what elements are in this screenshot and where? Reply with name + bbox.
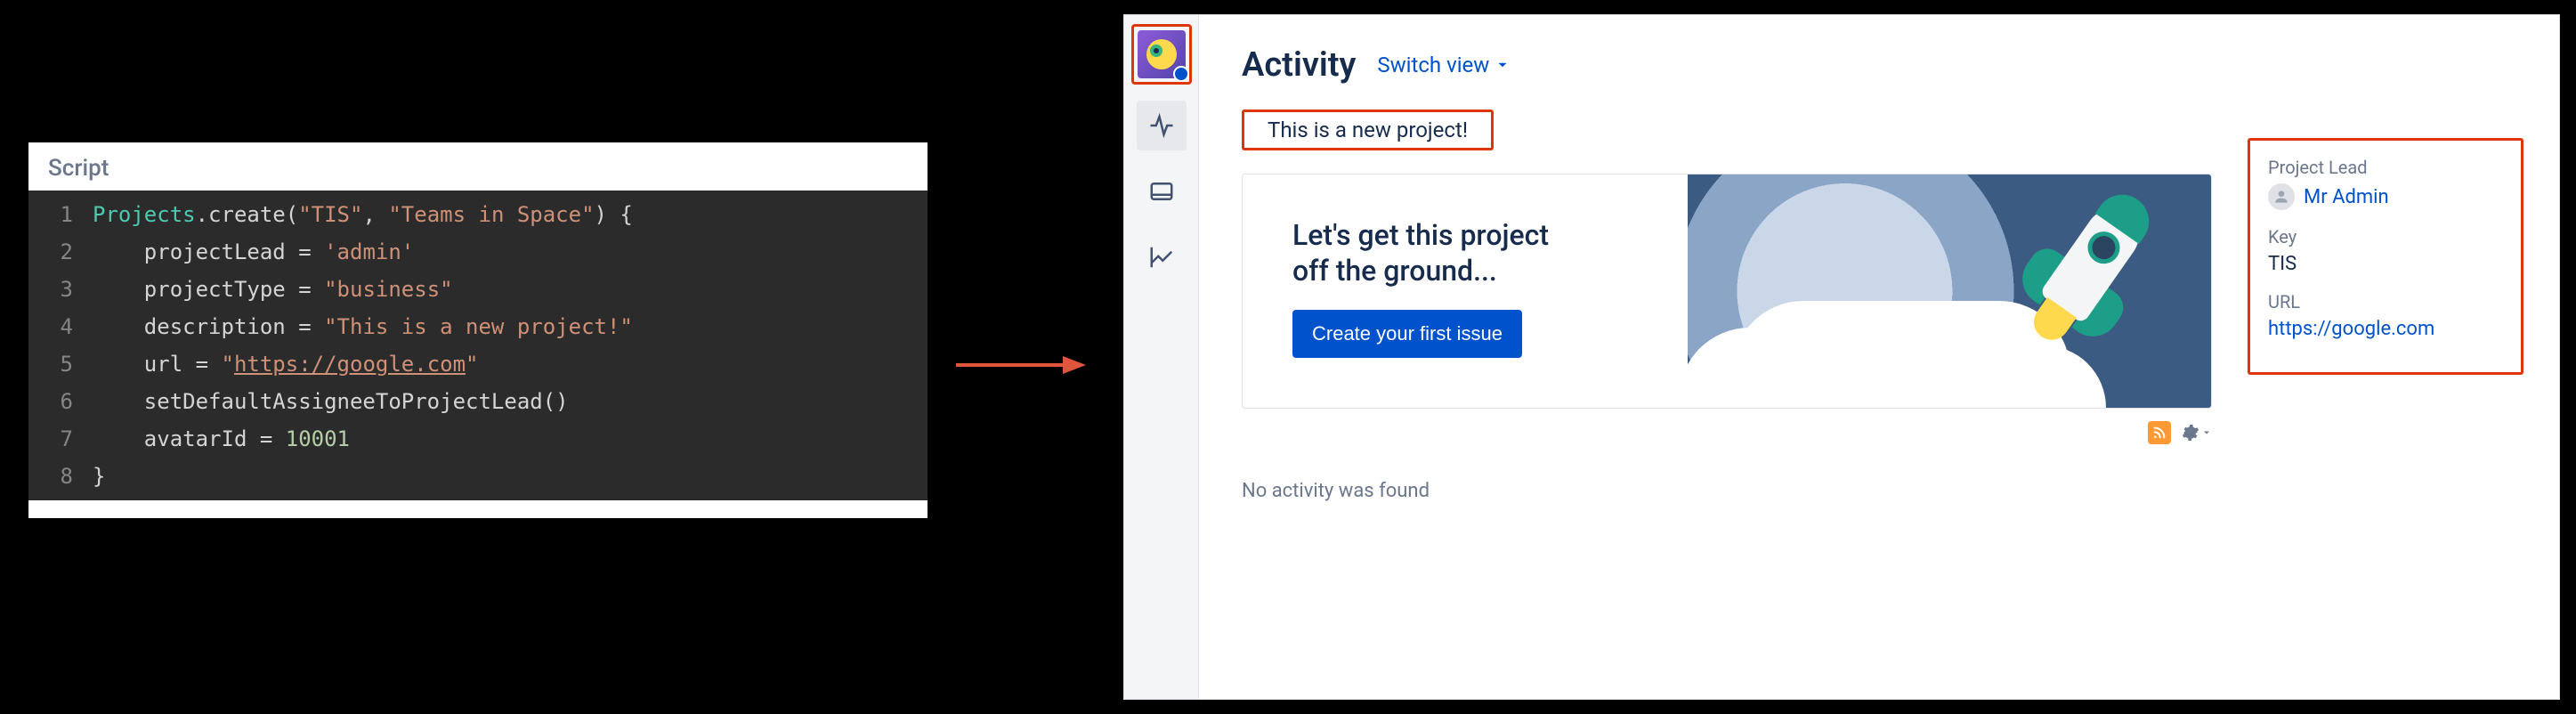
code-line[interactable]: 4 description = "This is a new project!" [28,308,928,345]
line-number: 8 [28,458,93,495]
jira-main: Activity Switch view This is a new proje… [1199,15,2559,699]
chevron-down-icon [2201,427,2212,438]
sidebar-reports-icon[interactable] [1137,232,1187,282]
gear-icon [2182,424,2199,442]
code-text: Projects.create("TIS", "Teams in Space")… [93,196,633,233]
jira-content: Activity Switch view This is a new proje… [1242,45,2212,681]
code-editor[interactable]: 1Projects.create("TIS", "Teams in Space"… [28,191,928,500]
avatar-icon [2268,183,2295,210]
code-text: description = "This is a new project!" [93,308,633,345]
page-title: Activity [1242,45,1356,85]
script-panel: Script 1Projects.create("TIS", "Teams in… [28,142,928,518]
project-sidebar [1124,15,1199,699]
code-line[interactable]: 2 projectLead = 'admin' [28,233,928,271]
line-number: 5 [28,345,93,383]
code-text: avatarId = 10001 [93,420,350,458]
line-number: 7 [28,420,93,458]
code-line[interactable]: 8} [28,458,928,495]
project-key-label: Key [2268,226,2503,247]
line-number: 1 [28,196,93,233]
script-panel-title: Script [28,142,928,191]
line-number: 6 [28,383,93,420]
code-line[interactable]: 5 url = "https://google.com" [28,345,928,383]
project-url-label: URL [2268,291,2503,312]
arrow-icon [952,347,1086,383]
switch-view-link[interactable]: Switch view [1377,53,1511,77]
code-line[interactable]: 1Projects.create("TIS", "Teams in Space"… [28,196,928,233]
code-text: url = "https://google.com" [93,345,479,383]
onboarding-illustration [1688,174,2211,408]
project-lead-link[interactable]: Mr Admin [2304,186,2389,208]
code-line[interactable]: 3 projectType = "business" [28,271,928,308]
switch-view-label: Switch view [1377,53,1489,77]
project-description-highlight: This is a new project! [1242,110,1494,150]
card-settings-button[interactable] [2182,424,2212,442]
code-text: } [93,458,105,495]
onboarding-text-area: Let's get this project off the ground...… [1243,174,1688,408]
project-lead-row: Mr Admin [2268,183,2503,210]
no-activity-text: No activity was found [1242,480,2212,502]
card-footer [1242,421,2212,444]
sidebar-activity-icon[interactable] [1137,101,1187,150]
code-text: setDefaultAssigneeToProjectLead() [93,383,569,420]
project-avatar-highlight [1131,24,1192,85]
project-key-value: TIS [2268,253,2503,275]
project-url-link[interactable]: https://google.com [2268,318,2503,340]
jira-activity-panel: Activity Switch view This is a new proje… [1123,14,2560,700]
create-first-issue-button[interactable]: Create your first issue [1292,310,1522,358]
activity-header: Activity Switch view [1242,45,2212,85]
onboarding-card: Let's get this project off the ground...… [1242,174,2212,409]
code-text: projectType = "business" [93,271,453,308]
rss-icon[interactable] [2148,421,2171,444]
line-number: 2 [28,233,93,271]
sidebar-board-icon[interactable] [1137,166,1187,216]
chevron-down-icon [1495,57,1511,73]
project-description: This is a new project! [1268,118,1468,142]
line-number: 3 [28,271,93,308]
code-text: projectLead = 'admin' [93,233,414,271]
onboarding-heading: Let's get this project off the ground... [1292,217,1688,288]
code-line[interactable]: 6 setDefaultAssigneeToProjectLead() [28,383,928,420]
project-avatar[interactable] [1138,30,1186,78]
code-line[interactable]: 7 avatarId = 10001 [28,420,928,458]
project-lead-label: Project Lead [2268,157,2503,178]
line-number: 4 [28,308,93,345]
project-info-highlight: Project Lead Mr Admin Key TIS URL https:… [2248,138,2523,375]
